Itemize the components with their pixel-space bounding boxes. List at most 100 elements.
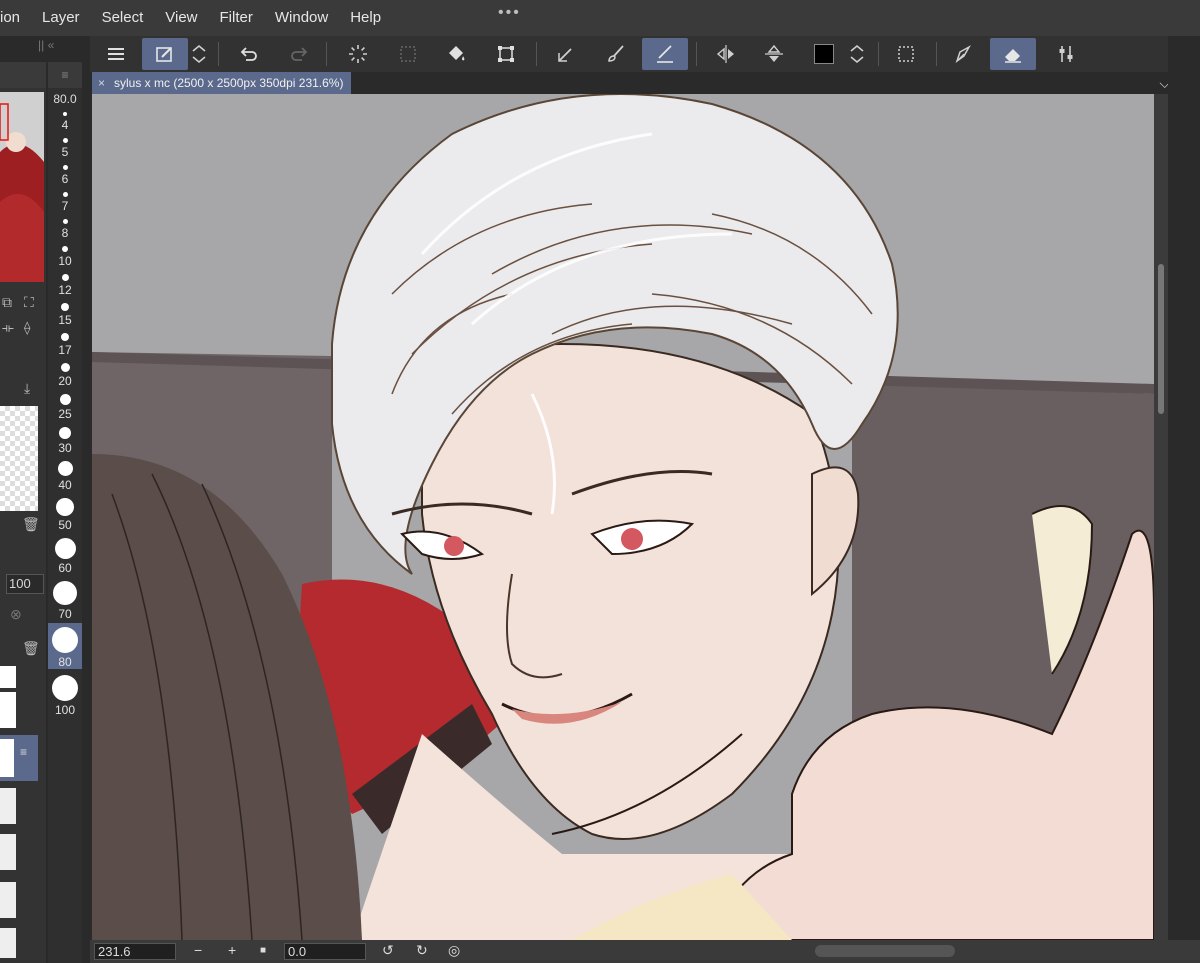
navigator-thumbnail[interactable] — [0, 92, 44, 282]
vertical-scrollbar[interactable] — [1154, 94, 1168, 940]
brush-size-item[interactable]: 4 — [48, 108, 82, 132]
brush-size-label: 8 — [61, 226, 69, 240]
navigator-fit-icon[interactable]: ⛶ — [24, 294, 34, 311]
brush-size-item[interactable]: 10 — [48, 242, 82, 268]
pen-icon[interactable] — [550, 38, 582, 70]
brush-size-item[interactable]: 70 — [48, 577, 82, 621]
rotation-field[interactable]: 0.0 — [284, 943, 366, 960]
brush-size-dot — [60, 363, 70, 372]
brush-size-item[interactable]: 8 — [48, 215, 82, 240]
layer-import-icon[interactable]: ⤓ — [24, 380, 30, 397]
brush-size-item[interactable]: 25 — [48, 390, 82, 421]
rotate-right-icon[interactable]: ↻ — [416, 942, 428, 959]
brush-size-item[interactable]: 50 — [48, 494, 82, 532]
brush-size-item[interactable]: 6 — [48, 161, 82, 186]
menu-item-select[interactable]: Select — [91, 0, 155, 36]
subview-icon[interactable] — [142, 38, 188, 70]
layer-row-thumb[interactable] — [0, 666, 16, 688]
status-bar: 231.6 − + ■ 0.0 ↺ ↻ ◎ — [90, 940, 1200, 963]
transform-icon[interactable] — [490, 38, 522, 70]
brush-size-dot — [62, 192, 68, 197]
brush-size-label: 25 — [58, 407, 72, 421]
brush-icon[interactable] — [600, 38, 632, 70]
layer-row-thumb[interactable] — [0, 692, 16, 728]
menu-item-window[interactable]: Window — [264, 0, 339, 36]
fit-icon[interactable]: ■ — [260, 945, 266, 956]
pencil-icon[interactable] — [642, 38, 688, 70]
brush-size-item[interactable]: 12 — [48, 270, 82, 297]
brush-size-item[interactable]: 80 — [48, 623, 82, 669]
layer-row-thumb[interactable] — [0, 882, 16, 918]
fill-bucket-icon[interactable] — [440, 38, 472, 70]
brush-size-label: 50 — [58, 518, 72, 532]
navigator-flip-h-icon[interactable]: ⟛ — [2, 320, 14, 336]
brush-size-label: 30 — [58, 441, 72, 455]
zoom-in-icon[interactable]: + — [228, 942, 236, 958]
brush-size-value[interactable]: 80.0 — [48, 92, 82, 106]
eraser-icon[interactable] — [990, 38, 1036, 70]
pen-nib-icon[interactable] — [948, 38, 980, 70]
color-arrows-icon[interactable] — [846, 38, 868, 70]
document-tab-bar: × sylus x mc (2500 x 2500px 350dpi 231.6… — [90, 72, 1200, 94]
trash-icon[interactable]: 🗑 — [22, 516, 40, 533]
zoom-field[interactable]: 231.6 — [94, 943, 176, 960]
vertical-scroll-thumb[interactable] — [1158, 264, 1164, 414]
window-more-icon[interactable]: ••• — [498, 4, 521, 22]
brush-size-item[interactable]: 60 — [48, 534, 82, 575]
layer-opacity-field[interactable]: 100 — [6, 574, 44, 594]
navigator-zoom-icon[interactable]: ⧉ — [2, 294, 12, 311]
menu-item-view[interactable]: View — [154, 0, 208, 36]
loading-spinner-icon[interactable] — [342, 38, 374, 70]
layer-row-thumb[interactable] — [0, 788, 16, 824]
brush-size-dot — [52, 675, 78, 701]
menu-item-animation[interactable]: ion — [0, 0, 31, 36]
horizontal-scroll-thumb[interactable] — [815, 945, 955, 957]
menu-item-layer[interactable]: Layer — [31, 0, 91, 36]
brush-size-item[interactable]: 5 — [48, 134, 82, 159]
rotate-left-icon[interactable]: ↺ — [382, 942, 394, 959]
flip-horizontal-icon[interactable] — [710, 38, 742, 70]
tool-arrows-icon[interactable] — [188, 38, 210, 70]
zoom-value: 231.6 — [98, 944, 131, 959]
drawing-canvas[interactable] — [92, 94, 1154, 940]
brush-size-label: 17 — [58, 343, 72, 357]
brush-size-item[interactable]: 17 — [48, 329, 82, 357]
document-tab[interactable]: × sylus x mc (2500 x 2500px 350dpi 231.6… — [92, 72, 352, 94]
redo-icon[interactable] — [284, 38, 316, 70]
menu-item-filter[interactable]: Filter — [209, 0, 264, 36]
brush-size-item[interactable]: 7 — [48, 188, 82, 213]
brush-size-dot — [62, 246, 68, 252]
brush-size-item[interactable]: 40 — [48, 457, 82, 492]
brush-size-item[interactable]: 20 — [48, 359, 82, 388]
brush-size-label: 40 — [58, 478, 72, 492]
brush-size-label: 6 — [61, 172, 69, 186]
brush-size-dot — [59, 427, 71, 439]
brush-size-item[interactable]: 30 — [48, 423, 82, 455]
hamburger-icon[interactable] — [100, 38, 132, 70]
layer-row-thumb[interactable] — [0, 928, 16, 958]
brush-size-label: 5 — [61, 145, 69, 159]
undo-icon[interactable] — [232, 38, 264, 70]
brush-size-dot — [61, 303, 69, 311]
right-panel-edge — [1168, 36, 1200, 963]
zoom-out-icon[interactable]: − — [194, 942, 202, 958]
panel-header — [0, 62, 46, 88]
panel-collapse-icon[interactable]: || « — [38, 38, 54, 52]
layer-mask-icon[interactable]: ⊗ — [10, 606, 22, 623]
brush-size-item[interactable]: 100 — [48, 671, 82, 717]
layer-thumbnail[interactable] — [0, 406, 38, 511]
layer-row-thumb[interactable] — [0, 834, 16, 870]
clear-selection-icon[interactable] — [392, 38, 424, 70]
layer-row-selected[interactable]: ≡ — [0, 735, 38, 781]
close-icon[interactable]: × — [98, 72, 105, 94]
color-swatch-icon[interactable] — [808, 38, 840, 70]
tool-settings-icon[interactable] — [1050, 38, 1082, 70]
menu-item-help[interactable]: Help — [339, 0, 392, 36]
reset-rotation-icon[interactable]: ◎ — [448, 942, 460, 959]
flip-vertical-icon[interactable] — [758, 38, 790, 70]
navigator-flip-v-icon[interactable]: ⟠ — [24, 320, 30, 336]
brush-size-item[interactable]: 15 — [48, 299, 82, 327]
panel-menu-icon[interactable]: ≡ — [48, 62, 82, 88]
rect-select-icon[interactable] — [890, 38, 922, 70]
layer-delete-icon[interactable]: 🗑 — [22, 640, 40, 657]
